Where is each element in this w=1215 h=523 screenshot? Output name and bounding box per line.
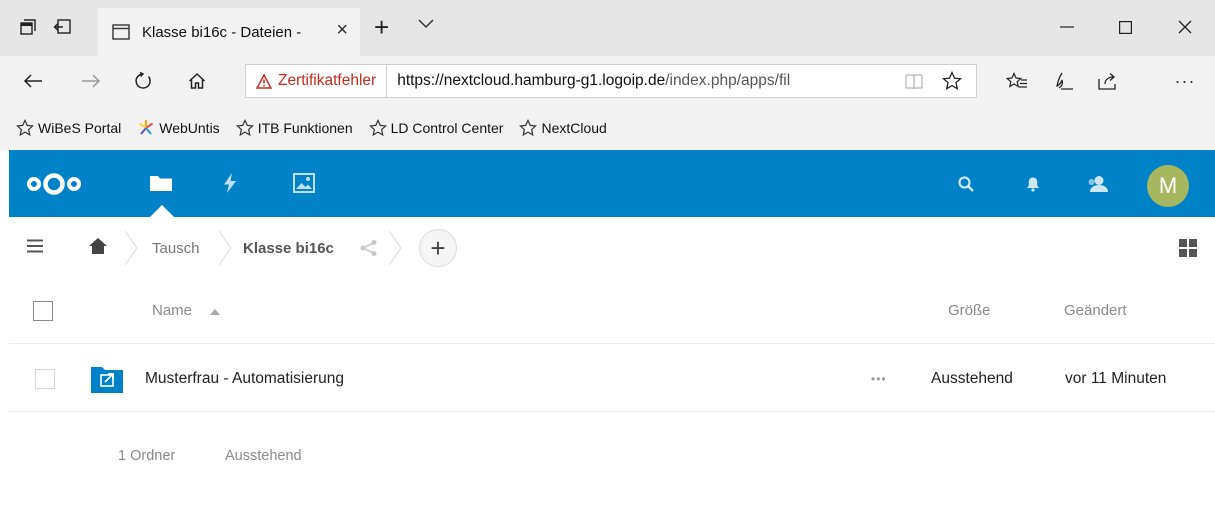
favorites-hub-icon[interactable]: [1004, 68, 1030, 94]
home-icon[interactable]: [184, 68, 210, 94]
files-controls: Tausch Klasse bi16c +: [9, 217, 1215, 279]
favorites-bar: WiBeS Portal WebUntis ITB Funktionen LD …: [0, 106, 1215, 150]
minimize-icon[interactable]: [1047, 12, 1087, 42]
file-name[interactable]: Musterfrau - Automatisierung: [145, 370, 344, 388]
url-path: /index.php/apps/fil: [665, 72, 791, 89]
contacts-icon[interactable]: [1085, 172, 1109, 196]
bookmark-label: LD Control Center: [390, 120, 504, 136]
webuntis-logo-icon: [139, 120, 154, 135]
browser-titlebar: Klasse bi16c - Dateien - × +: [0, 0, 1215, 56]
more-menu-icon[interactable]: ···: [1172, 68, 1198, 94]
bookmark-ld-control-center[interactable]: LD Control Center: [368, 119, 504, 137]
reading-view-icon[interactable]: [904, 73, 924, 96]
add-favorite-star-icon[interactable]: [941, 70, 963, 96]
row-checkbox[interactable]: [35, 369, 55, 389]
refresh-icon[interactable]: [130, 68, 156, 94]
nextcloud-header: M: [9, 150, 1215, 217]
bookmark-wibes-portal[interactable]: WiBeS Portal: [16, 119, 121, 137]
file-size: Ausstehend: [931, 370, 1013, 387]
grid-view-icon[interactable]: [1179, 239, 1197, 262]
browser-tab-active[interactable]: Klasse bi16c - Dateien - ×: [98, 8, 360, 56]
column-size[interactable]: Größe: [948, 302, 991, 319]
hamburger-menu-icon[interactable]: [27, 239, 43, 258]
table-row[interactable]: Musterfrau - Automatisierung ••• Aussteh…: [9, 345, 1215, 412]
file-list-summary: 1 Ordner Ausstehend: [9, 412, 1215, 502]
maximize-icon[interactable]: [1105, 12, 1145, 42]
file-actions-more-icon[interactable]: •••: [871, 372, 887, 386]
home-crumb-icon[interactable]: [88, 237, 108, 260]
bookmark-label: ITB Funktionen: [257, 120, 353, 136]
select-all-checkbox[interactable]: [33, 301, 53, 321]
certificate-warning[interactable]: Zertifikatfehler: [246, 65, 388, 97]
shared-folder-icon: [91, 365, 123, 398]
address-bar[interactable]: Zertifikatfehler https://nextcloud.hambu…: [245, 64, 977, 98]
bookmark-label: WiBeS Portal: [38, 120, 122, 136]
forward-arrow-icon[interactable]: [78, 68, 104, 94]
user-avatar[interactable]: M: [1147, 165, 1189, 207]
tab-title: Klasse bi16c - Dateien -: [142, 23, 302, 41]
share-icon[interactable]: [359, 239, 379, 262]
tab-close-icon[interactable]: ×: [336, 20, 348, 40]
summary-folder-count: 1 Ordner: [118, 448, 176, 464]
warning-triangle-icon: [256, 73, 272, 89]
tab-overview-icon[interactable]: [18, 17, 38, 37]
bookmark-webuntis[interactable]: WebUntis: [137, 119, 220, 137]
breadcrumb-separator: [124, 230, 138, 266]
notifications-bell-icon[interactable]: [1021, 172, 1045, 196]
star-icon: [519, 119, 538, 137]
browser-navbar: Zertifikatfehler https://nextcloud.hambu…: [0, 56, 1215, 106]
gallery-image-icon[interactable]: [291, 170, 317, 196]
star-icon: [368, 119, 387, 137]
new-tab-button[interactable]: +: [374, 14, 389, 40]
new-file-button[interactable]: +: [419, 229, 457, 267]
tab-menu-chevron-down-icon[interactable]: [418, 16, 434, 34]
breadcrumb-separator: [218, 230, 232, 266]
bookmark-nextcloud[interactable]: NextCloud: [519, 119, 607, 137]
share-icon[interactable]: [1094, 68, 1120, 94]
web-note-pen-icon[interactable]: [1050, 68, 1076, 94]
column-name[interactable]: Name: [152, 302, 192, 319]
breadcrumb-tausch[interactable]: Tausch: [152, 217, 200, 279]
file-list-header: Name Größe Geändert: [9, 279, 1215, 344]
back-arrow-icon[interactable]: [20, 68, 46, 94]
bookmark-label: NextCloud: [541, 120, 607, 136]
window-close-icon[interactable]: [1165, 12, 1205, 42]
column-modified[interactable]: Geändert: [1064, 302, 1127, 319]
page-icon: [112, 24, 130, 40]
search-icon[interactable]: [954, 172, 978, 196]
url-host: https://nextcloud.hamburg-g1.logoip.de: [397, 72, 666, 89]
star-icon: [235, 119, 254, 137]
files-folder-icon[interactable]: [148, 170, 174, 196]
bookmark-itb-funktionen[interactable]: ITB Funktionen: [235, 119, 353, 137]
bookmark-label: WebUntis: [159, 120, 220, 136]
nextcloud-logo[interactable]: [26, 170, 82, 203]
summary-total-size: Ausstehend: [225, 448, 302, 464]
activity-bolt-icon[interactable]: [217, 170, 243, 196]
certificate-warning-label: Zertifikatfehler: [278, 72, 377, 89]
active-app-indicator: [150, 205, 174, 217]
sort-ascending-icon: [210, 309, 220, 315]
breadcrumb-separator: [388, 230, 402, 266]
set-tabs-aside-icon[interactable]: [52, 17, 72, 37]
breadcrumb-current[interactable]: Klasse bi16c: [243, 217, 334, 279]
url-text[interactable]: https://nextcloud.hamburg-g1.logoip.de/i…: [397, 72, 862, 90]
star-icon: [16, 119, 34, 137]
file-modified: vor 11 Minuten: [1065, 370, 1167, 387]
